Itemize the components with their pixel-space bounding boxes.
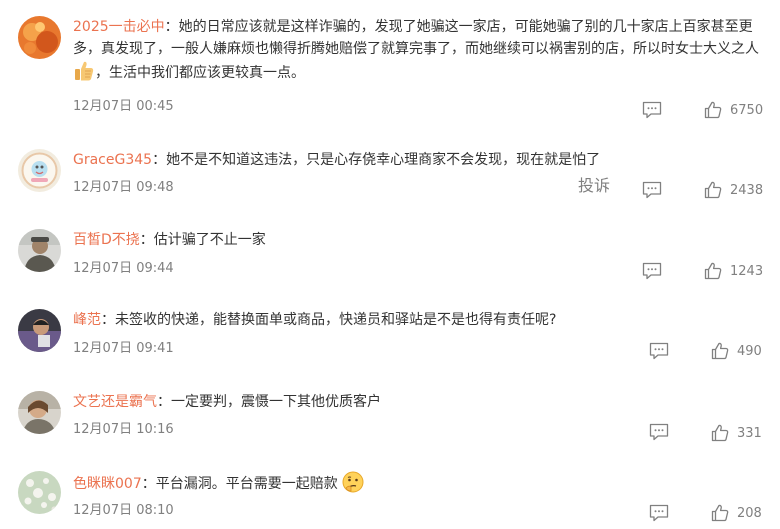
comment-list: 2025一击必中：她的日常应该就是这样诈骗的，发现了她骗这一家店，可能她骗了别的… xyxy=(0,0,780,529)
comment-username[interactable]: 色眯眯007 xyxy=(73,476,142,492)
avatar[interactable] xyxy=(18,149,61,192)
report-button[interactable]: 投诉 xyxy=(578,176,610,196)
comment-time: 12月07日 09:41 xyxy=(73,341,174,356)
comment-text: 色眯眯007：平台漏洞。平台需要一起赔款 xyxy=(73,471,773,500)
reply-button[interactable] xyxy=(649,423,669,441)
reply-button[interactable] xyxy=(649,504,669,522)
comment-icon xyxy=(642,101,662,119)
comment-icon xyxy=(642,181,662,199)
comment-colon: ： xyxy=(164,19,179,35)
comment-content: 她不是不知道这违法，只是心存侥幸心理商家不会发现，现在就是怕了 xyxy=(166,152,601,168)
comment-text: 文艺还是霸气：一定要判，震慑一下其他优质客户 xyxy=(73,391,773,413)
comment-colon: ： xyxy=(139,232,154,248)
comment-username[interactable]: 百皙D不挠 xyxy=(73,232,140,248)
thinking-face-emoji xyxy=(342,471,364,500)
avatar[interactable] xyxy=(18,309,61,352)
comment-username[interactable]: 峰范 xyxy=(73,312,101,328)
comment-text: 百皙D不挠：估计骗了不止一家 xyxy=(73,229,773,251)
reply-button[interactable] xyxy=(649,342,669,360)
comment-colon: ： xyxy=(101,312,115,328)
thumbs-up-icon xyxy=(704,181,722,199)
comment-time: 12月07日 09:48 xyxy=(73,180,174,195)
comment-icon xyxy=(649,423,669,441)
comment-colon: ： xyxy=(141,476,156,492)
comment-icon xyxy=(649,504,669,522)
comment-time: 12月07日 00:45 xyxy=(73,99,174,114)
comment-username[interactable]: 2025一击必中 xyxy=(73,19,165,35)
thumbs-up-icon xyxy=(711,504,729,522)
like-button[interactable]: 490 xyxy=(711,341,762,361)
comment-username[interactable]: 文艺还是霸气 xyxy=(73,394,157,410)
like-count: 2438 xyxy=(730,182,764,198)
avatar[interactable] xyxy=(18,229,61,272)
comment-icon xyxy=(642,262,662,280)
like-button[interactable]: 6750 xyxy=(704,100,763,120)
thumbs-up-emoji xyxy=(73,60,95,89)
thumbs-up-icon xyxy=(704,262,722,280)
like-count: 6750 xyxy=(730,102,764,118)
like-button[interactable]: 2438 xyxy=(704,180,763,200)
comment-content: 一定要判，震慑一下其他优质客户 xyxy=(171,394,381,410)
like-button[interactable]: 1243 xyxy=(704,261,763,281)
comment-colon: ： xyxy=(157,394,171,410)
thumbs-up-icon xyxy=(711,342,729,360)
comment-colon: ： xyxy=(152,152,167,168)
thumbs-up-icon xyxy=(711,424,729,442)
comment-username[interactable]: GraceG345 xyxy=(73,152,152,168)
comment-time: 12月07日 08:10 xyxy=(73,503,174,518)
like-count: 331 xyxy=(737,425,762,441)
reply-button[interactable] xyxy=(642,181,662,199)
avatar[interactable] xyxy=(18,471,61,514)
comment-time: 12月07日 09:44 xyxy=(73,261,174,276)
thumbs-up-icon xyxy=(704,101,722,119)
like-button[interactable]: 208 xyxy=(711,503,762,523)
comment-icon xyxy=(649,342,669,360)
comment-text: 峰范：未签收的快递，能替换面单或商品，快递员和驿站是不是也得有责任呢? xyxy=(73,309,773,331)
like-count: 490 xyxy=(737,343,762,359)
reply-button[interactable] xyxy=(642,101,662,119)
avatar[interactable] xyxy=(18,16,61,59)
like-button[interactable]: 331 xyxy=(711,423,762,443)
avatar[interactable] xyxy=(18,391,61,434)
comment-time: 12月07日 10:16 xyxy=(73,422,174,437)
comment-content-tail: ，生活中我们都应该更较真一点。 xyxy=(95,65,305,81)
like-count: 208 xyxy=(737,505,762,521)
comment-content: 估计骗了不止一家 xyxy=(153,232,266,248)
reply-button[interactable] xyxy=(642,262,662,280)
comment-text: 2025一击必中：她的日常应该就是这样诈骗的，发现了她骗这一家店，可能她骗了别的… xyxy=(73,16,773,89)
comment-content: 未签收的快递，能替换面单或商品，快递员和驿站是不是也得有责任呢? xyxy=(115,312,557,328)
comment-text: GraceG345：她不是不知道这违法，只是心存侥幸心理商家不会发现，现在就是怕… xyxy=(73,149,773,171)
like-count: 1243 xyxy=(730,263,764,279)
comment-content: 平台漏洞。平台需要一起赔款 xyxy=(155,476,338,492)
